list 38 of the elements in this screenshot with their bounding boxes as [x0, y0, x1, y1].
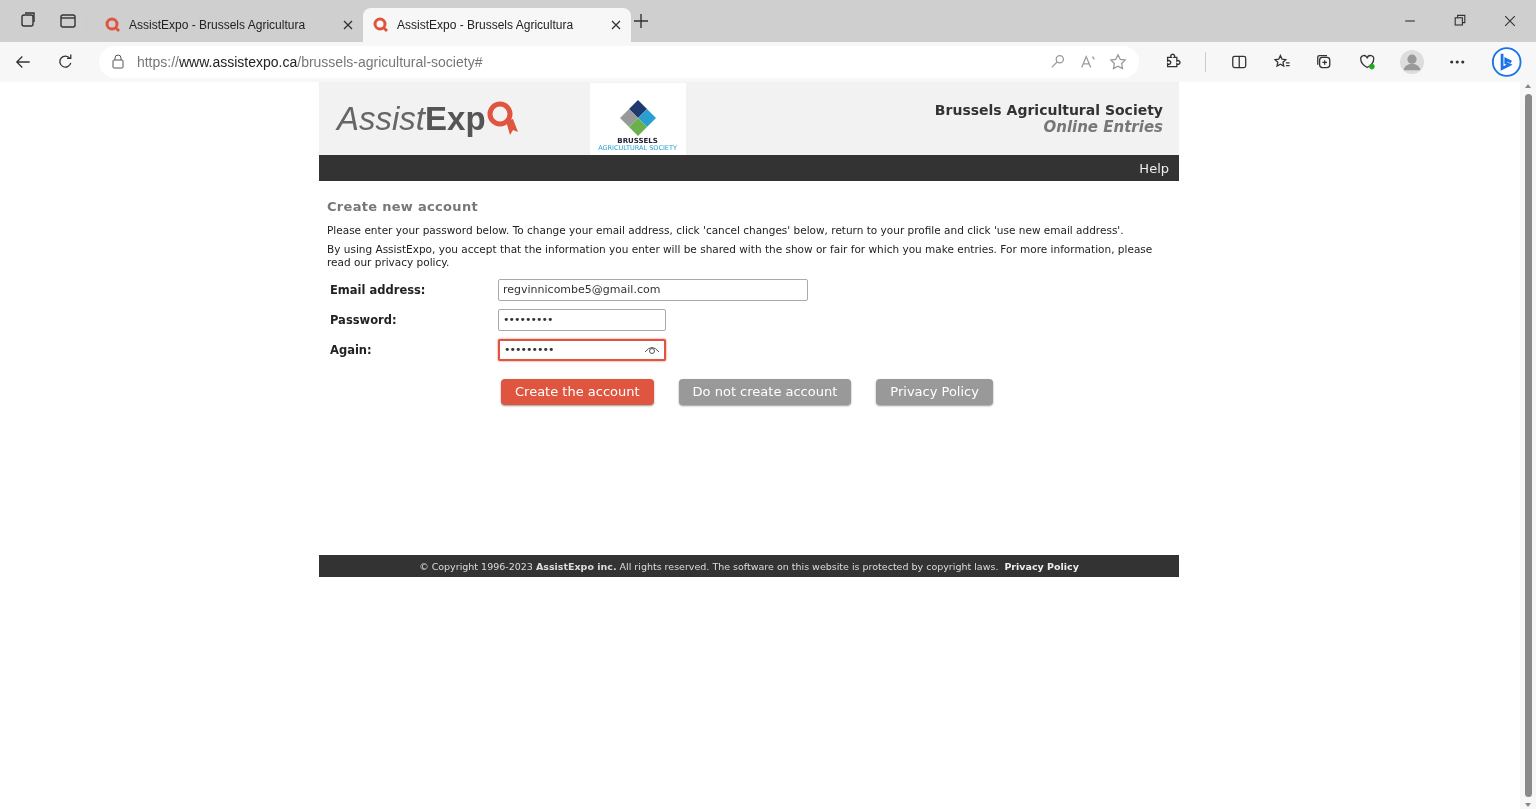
reveal-password-icon[interactable]: [644, 344, 660, 355]
copyright-text: © Copyright 1996-2023 AssistExpo inc. All rights reserved. The software on this website is protected by copyright laws.: [419, 560, 999, 572]
close-icon[interactable]: [1502, 13, 1518, 29]
profile-avatar-icon[interactable]: [1400, 49, 1425, 75]
url-text: https://www.assistexpo.ca/brussels-agricultural-society#: [136, 54, 484, 70]
copilot-icon[interactable]: [1490, 45, 1523, 79]
favorite-star-icon[interactable]: [1108, 53, 1127, 71]
tab-list-icon[interactable]: [58, 11, 78, 31]
assistexpo-logo[interactable]: AssistExp: [337, 98, 520, 139]
info-paragraph: Please enter your password below. To change your email address, click 'cancel changes' below, return to your profile and click 'use new email address'.: [327, 224, 1125, 238]
browser-tab[interactable]: AssistExpo - Brussels Agricultura: [95, 8, 363, 42]
help-link[interactable]: Help: [1135, 160, 1173, 176]
form-button[interactable]: Create the account: [501, 378, 654, 405]
new-tab-icon[interactable]: [631, 11, 651, 31]
field-label: Email address:: [330, 282, 427, 297]
close-tab-icon[interactable]: [343, 20, 353, 30]
site-subtitle: Online Entries: [1043, 117, 1163, 136]
form-heading: Create new account: [327, 199, 479, 214]
tab-title: AssistExpo - Brussels Agricultura: [129, 18, 307, 32]
tab-title: AssistExpo - Brussels Agricultura: [397, 18, 575, 32]
lock-icon: [110, 54, 125, 70]
field-label: Password:: [330, 312, 398, 327]
scrollbar[interactable]: [1520, 82, 1536, 809]
scroll-down-icon[interactable]: [1524, 801, 1532, 809]
password-field[interactable]: •••••••••: [498, 338, 666, 361]
email-field[interactable]: regvinnicombe5@gmail.com: [498, 278, 808, 301]
info-paragraph: By using AssistExpo, you accept that the information you enter will be shared with the show or fair for which you make entries. For more information, please read our privacy policy.: [327, 242, 1154, 270]
privacy-policy-link[interactable]: Privacy Policy: [1004, 560, 1079, 572]
site-favicon: [373, 17, 389, 33]
password-field[interactable]: •••••••••: [498, 308, 666, 331]
restore-icon[interactable]: [1452, 13, 1468, 29]
organization-name: Brussels Agricultural Society: [934, 101, 1163, 118]
site-favicon: [105, 17, 121, 33]
close-tab-icon[interactable]: [611, 20, 621, 30]
health-heart-icon[interactable]: [1357, 52, 1377, 72]
field-label: Again:: [330, 342, 373, 357]
address-bar[interactable]: https://www.assistexpo.ca/brussels-agricultural-society#: [98, 46, 1139, 78]
browser-tab[interactable]: AssistExpo - Brussels Agricultura: [363, 8, 631, 42]
